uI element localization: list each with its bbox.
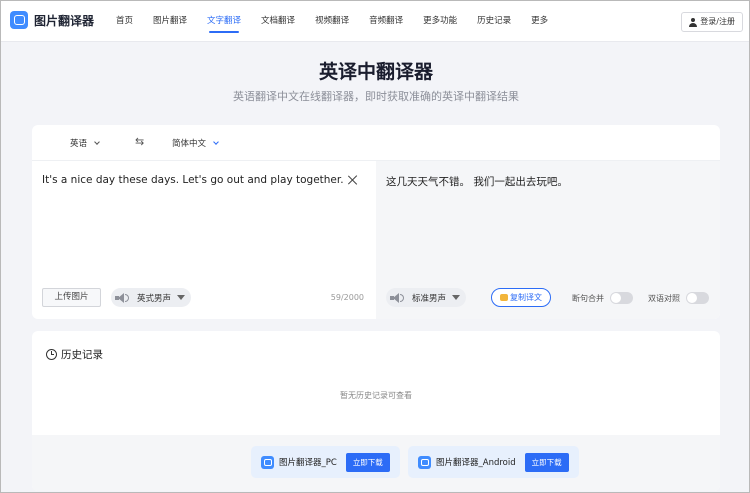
upload-image-button[interactable]: 上传图片 [42,288,101,307]
source-voice-select[interactable]: 英式男声 [111,288,192,307]
login-button[interactable]: 登录/注册 [681,12,743,32]
history-heading: 历史记录 [46,347,103,362]
download-pc-button[interactable]: 立即下载 [345,452,390,472]
nav-item-image-translate[interactable]: 图片翻译 [153,1,187,42]
download-bar: 图片翻译器_PC 立即下载 图片翻译器_Android 立即下载 [32,435,720,491]
main-nav: 首页 图片翻译 文字翻译 文档翻译 视频翻译 音频翻译 更多功能 历史记录 更多 [116,1,568,42]
bilingual-control: 双语对照 [648,292,709,304]
target-language-label: 简体中文 [172,139,207,149]
download-card-android: 图片翻译器_Android 立即下载 [408,446,579,478]
page-subtitle: 英语翻译中文在线翻译器，即时获取准确的英译中翻译结果 [233,90,519,103]
nav-item-audio-translate[interactable]: 音频翻译 [369,1,403,42]
download-name: 图片翻译器_Android [436,458,516,468]
nav-item-more-features[interactable]: 更多功能 [423,1,457,42]
translator-card: 英语 ⇆ 简体中文 It's a nice day these days. Le… [32,125,720,319]
caret-down-icon [177,295,186,300]
character-count: 59/2000 [330,293,364,302]
top-navigation-bar: 图片翻译器 首页 图片翻译 文字翻译 文档翻译 视频翻译 音频翻译 更多功能 历… [1,1,749,42]
user-icon [689,17,698,27]
caret-down-icon [452,295,461,300]
source-language-label: 英语 [70,139,88,149]
nav-item-home[interactable]: 首页 [116,1,133,42]
chevron-down-icon [213,138,219,145]
download-card-pc: 图片翻译器_PC 立即下载 [251,446,400,478]
history-clock-icon [46,349,57,360]
sentence-merge-control: 断句合并 [572,292,633,304]
sentence-merge-toggle[interactable] [610,292,633,304]
speaker-icon [115,292,129,303]
chevron-down-icon [94,138,100,145]
nav-item-text-translate[interactable]: 文字翻译 [207,1,241,42]
history-title: 历史记录 [61,349,103,361]
login-label: 登录/注册 [700,17,735,26]
target-pane: 这几天天气不错。 我们一起出去玩吧。 标准男声 复制译文 断句合并 双语对照 [376,161,720,319]
source-pane: It's a nice day these days. Let's go out… [32,161,376,319]
target-voice-select[interactable]: 标准男声 [386,288,467,307]
sentence-merge-label: 断句合并 [572,293,604,303]
history-empty-message: 暂无历史记录可查看 [340,391,412,400]
copy-label: 复制译文 [510,293,542,302]
download-name: 图片翻译器_PC [279,458,337,468]
clear-icon[interactable] [347,174,359,186]
language-bar: 英语 ⇆ 简体中文 [32,125,720,161]
bilingual-label: 双语对照 [648,293,680,303]
app-name: 图片翻译器 [34,13,95,28]
app-logo[interactable]: 图片翻译器 [10,11,94,29]
copy-translation-button[interactable]: 复制译文 [491,288,551,307]
download-android-button[interactable]: 立即下载 [524,452,569,472]
translation-output: 这几天天气不错。 我们一起出去玩吧。 [386,176,568,188]
source-voice-label: 英式男声 [137,293,172,304]
nav-item-more[interactable]: 更多 [531,1,548,42]
bilingual-toggle[interactable] [686,292,709,304]
app-logo-icon [418,455,431,469]
source-text-input[interactable]: It's a nice day these days. Let's go out… [42,174,344,186]
history-panel: 历史记录 暂无历史记录可查看 图片翻译器_PC 立即下载 图片翻译器_Andro… [32,331,720,491]
nav-item-history[interactable]: 历史记录 [477,1,511,42]
page-title: 英译中翻译器 [318,61,433,83]
speaker-icon [390,292,404,303]
target-voice-label: 标准男声 [412,293,447,304]
app-logo-icon [261,455,274,469]
app-logo-icon [10,11,28,29]
copy-icon [500,294,508,301]
nav-item-document-translate[interactable]: 文档翻译 [261,1,295,42]
nav-item-video-translate[interactable]: 视频翻译 [315,1,349,42]
swap-languages-icon[interactable]: ⇆ [135,135,144,148]
source-language-select[interactable]: 英语 [70,137,100,149]
target-language-select[interactable]: 简体中文 [172,137,219,149]
